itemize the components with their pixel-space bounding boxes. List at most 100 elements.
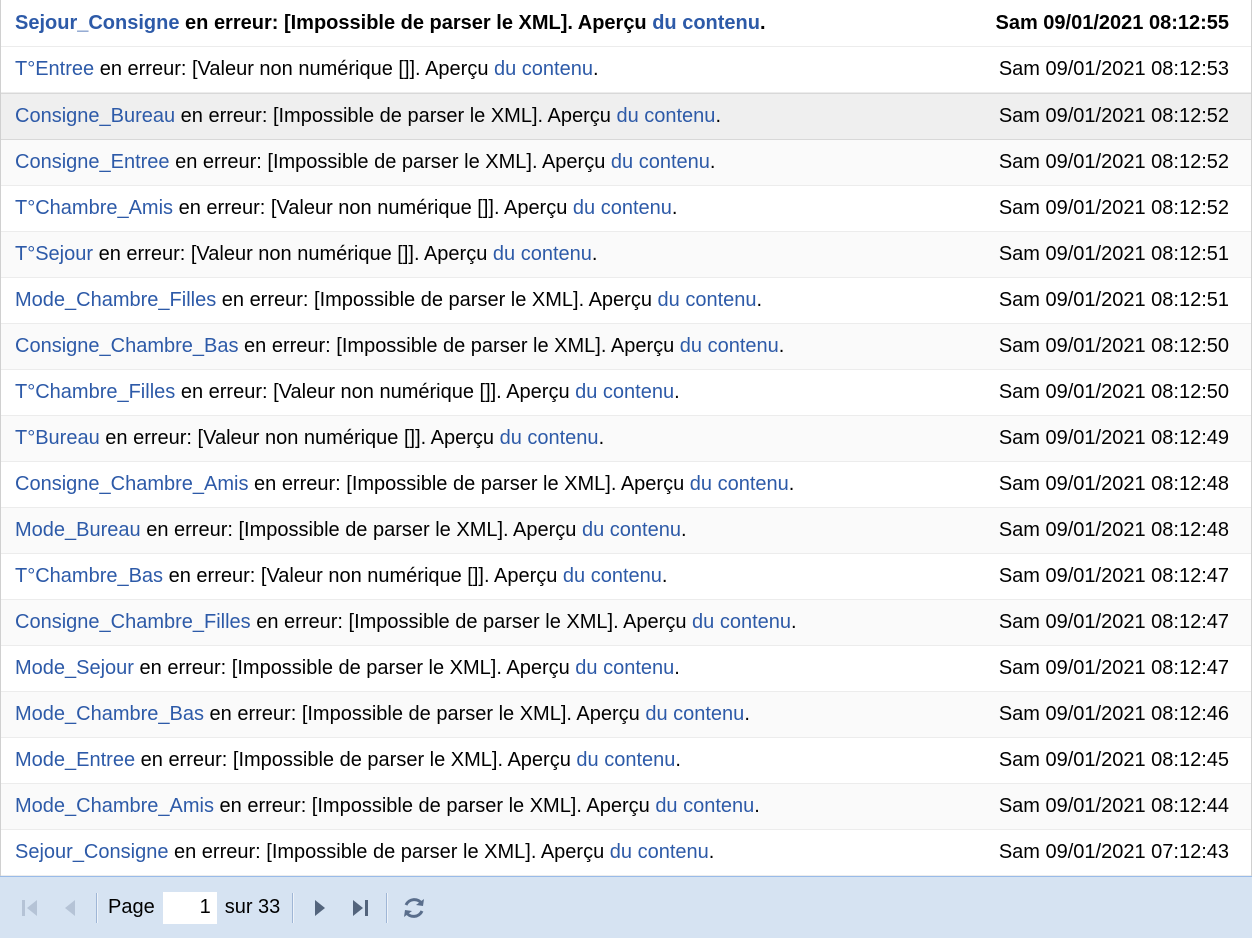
row-date: Sam 09/01/2021 08:12:47 [998, 657, 1229, 679]
row-message: Consigne_Chambre_Amis en erreur: [Imposs… [15, 462, 794, 507]
sensor-link[interactable]: T°Bureau [15, 427, 100, 450]
sensor-link[interactable]: Mode_Chambre_Filles [15, 289, 216, 312]
content-preview-link[interactable]: du contenu [582, 519, 681, 542]
row-date: Sam 09/01/2021 08:12:51 [998, 289, 1229, 311]
row-date: Sam 09/01/2021 08:12:48 [998, 473, 1229, 495]
content-preview-link[interactable]: du contenu [610, 841, 709, 864]
table-row[interactable]: T°Bureau en erreur: [Valeur non numériqu… [1, 416, 1251, 462]
row-date: Sam 09/01/2021 08:12:52 [998, 197, 1229, 219]
error-text: en erreur: [Valeur non numérique []]. Ap… [175, 381, 576, 403]
error-text: en erreur: [Impossible de parser le XML]… [204, 703, 646, 725]
first-page-icon[interactable] [10, 888, 50, 928]
error-text: en erreur: [Valeur non numérique []]. Ap… [173, 197, 573, 219]
row-message: T°Chambre_Amis en erreur: [Valeur non nu… [15, 186, 677, 231]
period: . [674, 381, 680, 403]
row-date: Sam 09/01/2021 08:12:48 [998, 519, 1229, 541]
sensor-link[interactable]: T°Chambre_Amis [15, 197, 173, 220]
sensor-link[interactable]: T°Entree [15, 58, 94, 81]
content-preview-link[interactable]: du contenu [611, 151, 710, 174]
sensor-link[interactable]: T°Sejour [15, 243, 93, 266]
sensor-link[interactable]: T°Chambre_Bas [15, 565, 163, 588]
sensor-link[interactable]: Consigne_Bureau [15, 105, 175, 128]
toolbar-separator [292, 892, 295, 923]
content-preview-link[interactable]: du contenu [616, 105, 715, 128]
content-preview-link[interactable]: du contenu [645, 703, 744, 726]
content-preview-link[interactable]: du contenu [575, 657, 674, 680]
sensor-link[interactable]: Consigne_Chambre_Filles [15, 611, 251, 634]
period: . [788, 473, 795, 495]
content-preview-link[interactable]: du contenu [563, 565, 662, 588]
sensor-link[interactable]: Mode_Entree [15, 749, 135, 772]
row-message: Consigne_Chambre_Filles en erreur: [Impo… [15, 600, 797, 645]
error-text: en erreur: [Valeur non numérique []]. Ap… [99, 427, 500, 449]
table-row[interactable]: T°Sejour en erreur: [Valeur non numériqu… [1, 232, 1251, 278]
period: . [708, 841, 715, 863]
table-row[interactable]: Consigne_Chambre_Bas en erreur: [Impossi… [1, 324, 1251, 370]
sensor-link[interactable]: Consigne_Chambre_Bas [15, 335, 238, 358]
sensor-link[interactable]: Mode_Sejour [15, 657, 134, 680]
sensor-link[interactable]: Sejour_Consigne [15, 12, 179, 35]
toolbar-separator [386, 892, 389, 923]
content-preview-link[interactable]: du contenu [658, 289, 757, 312]
content-preview-link[interactable]: du contenu [500, 427, 599, 450]
row-message: T°Chambre_Filles en erreur: [Valeur non … [15, 370, 680, 415]
error-text: en erreur: [Impossible de parser le XML]… [168, 841, 610, 863]
content-preview-link[interactable]: du contenu [680, 335, 779, 358]
sensor-link[interactable]: Consigne_Entree [15, 151, 170, 174]
row-date: Sam 09/01/2021 08:12:51 [998, 243, 1229, 265]
row-date: Sam 09/01/2021 08:12:55 [995, 11, 1229, 34]
table-row[interactable]: T°Entree en erreur: [Valeur non numériqu… [1, 47, 1251, 93]
table-row[interactable]: Mode_Bureau en erreur: [Impossible de pa… [1, 508, 1251, 554]
row-date: Sam 09/01/2021 08:12:45 [998, 749, 1229, 771]
sensor-link[interactable]: Mode_Chambre_Bas [15, 703, 204, 726]
table-row[interactable]: Mode_Chambre_Bas en erreur: [Impossible … [1, 692, 1251, 738]
table-row[interactable]: Consigne_Chambre_Filles en erreur: [Impo… [1, 600, 1251, 646]
table-row[interactable]: Mode_Chambre_Filles en erreur: [Impossib… [1, 278, 1251, 324]
error-text: en erreur: [Valeur non numérique []]. Ap… [163, 565, 563, 587]
table-row[interactable]: Consigne_Entree en erreur: [Impossible d… [1, 140, 1251, 186]
content-preview-link[interactable]: du contenu [692, 611, 791, 634]
period: . [754, 795, 760, 817]
error-text: en erreur: [Impossible de parser le XML]… [238, 335, 680, 357]
period: . [680, 519, 687, 541]
table-row[interactable]: Consigne_Chambre_Amis en erreur: [Imposs… [1, 462, 1251, 508]
table-row[interactable]: Mode_Entree en erreur: [Impossible de pa… [1, 738, 1251, 784]
content-preview-link[interactable]: du contenu [575, 381, 674, 404]
period: . [709, 151, 716, 173]
content-preview-link[interactable]: du contenu [655, 795, 754, 818]
sensor-link[interactable]: Sejour_Consigne [15, 841, 168, 864]
refresh-icon[interactable] [394, 888, 434, 928]
sensor-link[interactable]: Mode_Chambre_Amis [15, 795, 214, 818]
row-message: Mode_Chambre_Bas en erreur: [Impossible … [15, 692, 750, 737]
row-message: T°Chambre_Bas en erreur: [Valeur non num… [15, 554, 667, 599]
error-text: en erreur: [Valeur non numérique []]. Ap… [94, 58, 494, 80]
content-preview-link[interactable]: du contenu [494, 58, 593, 81]
error-text: en erreur: [Impossible de parser le XML]… [213, 795, 656, 817]
table-row[interactable]: Mode_Sejour en erreur: [Impossible de pa… [1, 646, 1251, 692]
sensor-link[interactable]: Consigne_Chambre_Amis [15, 473, 248, 496]
error-text: en erreur: [Impossible de parser le XML]… [248, 473, 690, 495]
content-preview-link[interactable]: du contenu [576, 749, 675, 772]
content-preview-link[interactable]: du contenu [573, 197, 672, 220]
next-page-icon[interactable] [300, 888, 340, 928]
table-row[interactable]: Consigne_Bureau en erreur: [Impossible d… [1, 93, 1251, 140]
table-row[interactable]: Sejour_Consigne en erreur: [Impossible d… [1, 0, 1251, 47]
row-date: Sam 09/01/2021 08:12:50 [998, 335, 1229, 357]
table-row[interactable]: T°Chambre_Amis en erreur: [Valeur non nu… [1, 186, 1251, 232]
table-row[interactable]: Sejour_Consigne en erreur: [Impossible d… [1, 830, 1251, 876]
page-number-input[interactable] [162, 891, 217, 924]
content-preview-link[interactable]: du contenu [690, 473, 789, 496]
content-preview-link[interactable]: du contenu [652, 12, 760, 35]
error-text: en erreur: [Impossible de parser le XML]… [216, 289, 658, 311]
sensor-link[interactable]: T°Chambre_Filles [15, 381, 175, 404]
content-preview-link[interactable]: du contenu [493, 243, 592, 266]
toolbar-separator [96, 892, 98, 923]
table-row[interactable]: T°Chambre_Filles en erreur: [Valeur non … [1, 370, 1251, 416]
page-label: Page [108, 896, 155, 918]
table-row[interactable]: T°Chambre_Bas en erreur: [Valeur non num… [1, 554, 1251, 600]
prev-page-icon[interactable] [50, 888, 90, 928]
last-page-icon[interactable] [340, 888, 380, 928]
sensor-link[interactable]: Mode_Bureau [15, 519, 141, 542]
table-row[interactable]: Mode_Chambre_Amis en erreur: [Impossible… [1, 784, 1251, 830]
row-message: Mode_Sejour en erreur: [Impossible de pa… [15, 646, 680, 691]
